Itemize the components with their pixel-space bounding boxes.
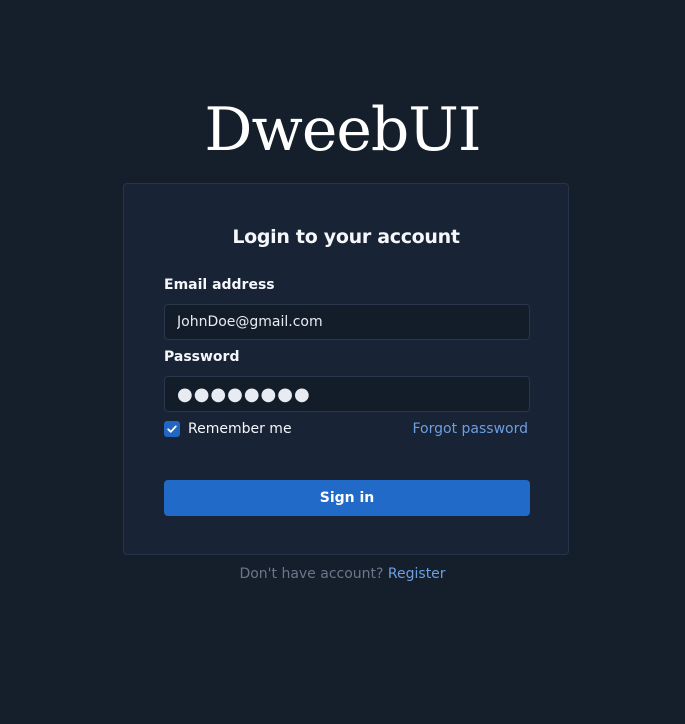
login-card: Login to your account Email address Pass… (123, 183, 569, 555)
register-prompt: Don't have account? Register (0, 566, 685, 582)
forgot-password-link[interactable]: Forgot password (413, 421, 529, 437)
password-field[interactable] (164, 376, 530, 412)
checkbox-checked-icon[interactable] (164, 421, 180, 437)
brand-logo: DweebUI (204, 95, 481, 165)
remember-me-label: Remember me (188, 421, 292, 437)
register-prompt-text: Don't have account? (239, 566, 384, 582)
remember-me-checkbox[interactable]: Remember me (164, 421, 292, 437)
password-label: Password (164, 349, 240, 365)
login-title: Login to your account (232, 226, 460, 248)
email-label: Email address (164, 277, 275, 293)
sign-in-button[interactable]: Sign in (164, 480, 530, 516)
email-field[interactable] (164, 304, 530, 340)
register-link[interactable]: Register (388, 566, 446, 582)
